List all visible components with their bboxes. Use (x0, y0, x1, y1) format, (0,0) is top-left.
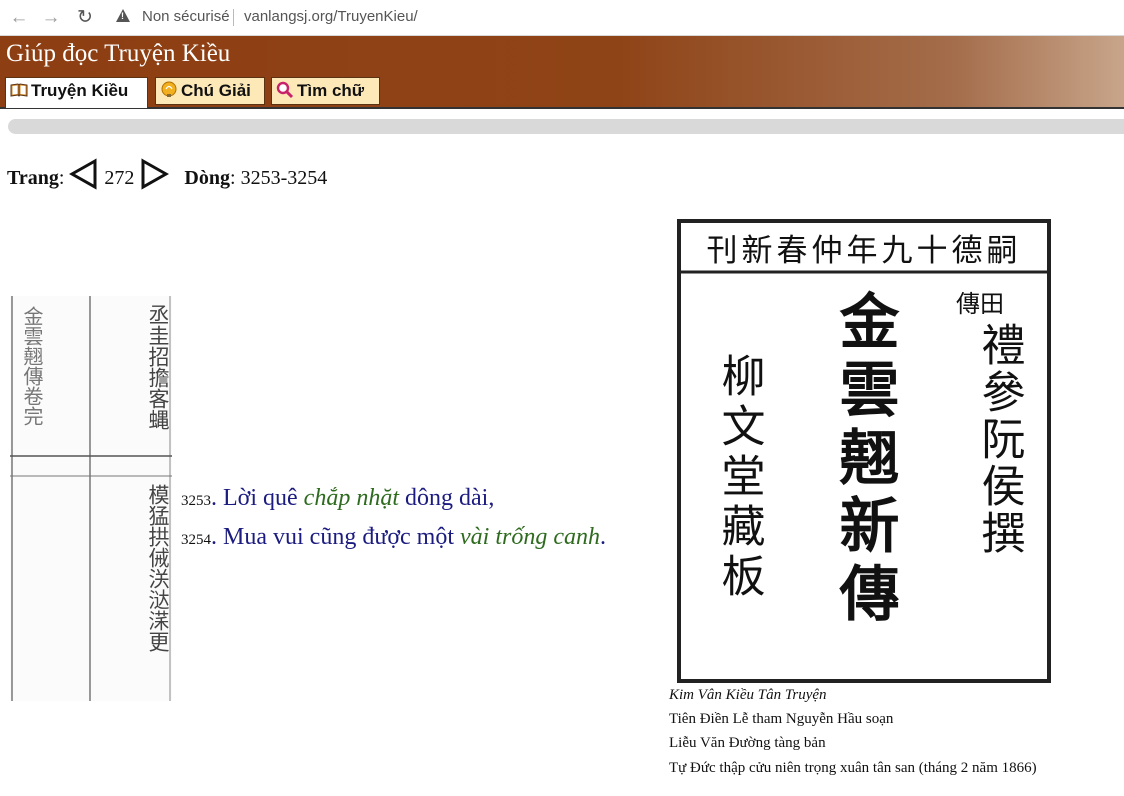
tab-chu-giai[interactable]: Chú Giải (155, 77, 265, 105)
address-separator (233, 9, 234, 26)
manuscript-column-3: 模猛拱㑘浂㳠㴕更 (146, 484, 170, 652)
page-number: 272 (104, 167, 135, 189)
cover-title-column: 金雲翹新傳 (829, 290, 900, 630)
verse-number: 3254 (181, 532, 211, 548)
tab-label: Tìm chữ (297, 81, 365, 100)
verse-text: dông dài, (399, 485, 495, 511)
line-label: Dòng (184, 167, 230, 189)
book-cover-image: 刊新春仲年九十德嗣 金雲翹新傳 禮參阮侯撰 傳田 柳文堂藏板 (676, 218, 1052, 684)
cover-author-column: 禮參阮侯撰 (974, 322, 1025, 557)
book-icon (10, 83, 28, 97)
horizontal-scrollbar[interactable] (8, 119, 1124, 134)
tab-label: Chú Giải (181, 81, 251, 100)
cover-publisher-column: 柳文堂藏板 (714, 353, 765, 603)
page-navigation: Trang: 272 Dòng: 3253-3254 (7, 158, 327, 190)
manuscript-column-1: 金雲翹傳卷完 (20, 306, 44, 426)
security-label[interactable]: Non sécurisé (142, 8, 230, 25)
cover-caption-author: Tiên Điền Lễ tham Nguyễn Hầu soạn (669, 711, 894, 727)
site-header: Giúp đọc Truyện Kiều Truyện Kiều Chú Giả… (0, 36, 1124, 109)
cover-caption-publisher: Liễu Văn Đường tàng bản (669, 735, 826, 751)
forward-arrow-icon[interactable]: → (40, 7, 62, 29)
next-page-icon[interactable] (139, 158, 170, 190)
cover-header-text: 刊新春仲年九十德嗣 (707, 233, 1022, 269)
manuscript-page-image: 金雲翹傳卷完 丞圭招擔客蝿 模猛拱㑘浂㳠㴕更 (10, 296, 172, 701)
cover-origin-text: 傳田 (956, 290, 1004, 318)
tab-tim-chu[interactable]: Tìm chữ (271, 77, 380, 105)
manuscript-column-2: 丞圭招擔客蝿 (146, 304, 170, 430)
reload-icon[interactable]: ↻ (74, 7, 96, 29)
verse-line: 3254. Mua vui cũng được một vài trống ca… (181, 524, 606, 550)
site-title: Giúp đọc Truyện Kiều (6, 40, 231, 67)
verse-text: Mua vui cũng được một (223, 524, 460, 550)
lightbulb-icon (161, 81, 177, 97)
verse-text: . (599, 524, 606, 550)
browser-toolbar: ← → ↻ Non sécurisé vanlangsj.org/TruyenK… (0, 0, 1124, 36)
cover-caption-title: Kim Vân Kiều Tân Truyện (669, 687, 827, 703)
verse-text: Lời quê (223, 485, 304, 511)
page-label: Trang (7, 167, 59, 189)
verse-number: 3253 (181, 493, 211, 509)
address-bar[interactable]: vanlangsj.org/TruyenKieu/ (244, 8, 418, 25)
previous-page-icon[interactable] (69, 158, 99, 190)
line-range: 3253-3254 (240, 167, 328, 189)
verse-line: 3253. Lời quê chắp nhặt dông dài, (181, 485, 495, 511)
verse-annotated-phrase[interactable]: vài trống canh (460, 524, 600, 550)
back-arrow-icon[interactable]: ← (8, 7, 30, 29)
magnifier-icon (276, 81, 294, 99)
cover-caption-date: Tự Đức thập cửu niên trọng xuân tân san … (669, 760, 1037, 776)
verse-annotated-phrase[interactable]: chắp nhặt (304, 485, 399, 511)
warning-icon[interactable] (116, 9, 130, 22)
tab-label: Truyện Kiều (31, 81, 129, 100)
tab-truyen-kieu[interactable]: Truyện Kiều (5, 77, 148, 108)
